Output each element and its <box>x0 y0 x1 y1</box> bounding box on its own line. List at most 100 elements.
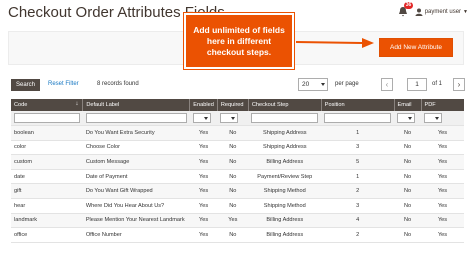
table-cell: Yes <box>189 154 218 170</box>
table-cell: 2 <box>321 227 395 243</box>
table-row[interactable]: hear Where Did You Hear About Us? Yes No Shi… <box>11 198 464 214</box>
column-header-checkout-step[interactable]: Checkout Step <box>248 99 322 111</box>
grid-toolbar: Search Reset Filter 8 records found 20 p… <box>11 78 465 92</box>
attributes-grid: Code ↓ Default Label Enabled Required Che… <box>11 99 464 243</box>
per-page-select[interactable]: 20 <box>298 78 328 91</box>
pdf-filter-select[interactable] <box>424 113 443 123</box>
table-cell: Yes <box>421 169 464 185</box>
table-cell: Please Mention Your Nearest Landmark <box>82 213 190 229</box>
table-cell: Do You Want Extra Security <box>82 125 190 141</box>
checkout-step-filter-select[interactable] <box>251 113 319 123</box>
enabled-filter-select[interactable] <box>192 113 211 123</box>
table-cell: No <box>217 183 249 199</box>
table-cell: Yes <box>421 140 464 156</box>
chevron-right-icon: › <box>457 80 461 89</box>
table-cell: 1 <box>321 125 395 141</box>
table-row[interactable]: custom Custom Message Yes No Billing Address… <box>11 154 464 170</box>
email-filter-select[interactable] <box>397 113 416 123</box>
chevron-down-icon <box>321 83 325 86</box>
column-header-enabled[interactable]: Enabled <box>189 99 218 111</box>
column-header-pdf[interactable]: PDF <box>421 99 464 111</box>
table-cell: Yes <box>189 183 218 199</box>
table-cell: 4 <box>321 213 395 229</box>
table-cell: No <box>217 154 249 170</box>
table-cell: Shipping Method <box>248 183 322 199</box>
table-cell: No <box>394 198 422 214</box>
table-cell: Yes <box>189 198 218 214</box>
table-cell: Do You Want Gift Wrapped <box>82 183 190 199</box>
table-cell: No <box>217 125 249 141</box>
table-cell: Yes <box>217 213 249 229</box>
table-cell: Yes <box>189 125 218 141</box>
page-total-label: of 1 <box>432 81 443 87</box>
table-cell: No <box>394 183 422 199</box>
table-cell: 3 <box>321 140 395 156</box>
table-row[interactable]: date Date of Payment Yes No Payment/Review S… <box>11 169 464 185</box>
table-row[interactable]: boolean Do You Want Extra Security Yes No Sh… <box>11 125 464 141</box>
table-cell: 1 <box>321 169 395 185</box>
search-button[interactable]: Search <box>11 79 40 91</box>
table-cell: Shipping Address <box>248 140 322 156</box>
column-header-email[interactable]: Email <box>394 99 422 111</box>
table-cell: 2 <box>321 183 395 199</box>
table-cell: No <box>394 125 422 141</box>
table-cell: Billing Address <box>248 227 322 243</box>
table-cell: gift <box>11 183 83 199</box>
column-header-position[interactable]: Position <box>321 99 395 111</box>
table-cell: No <box>394 227 422 243</box>
table-cell: No <box>217 169 249 185</box>
table-cell: No <box>394 213 422 229</box>
table-cell: Shipping Address <box>248 125 322 141</box>
filter-row <box>11 111 464 126</box>
code-filter-input[interactable] <box>14 113 80 123</box>
table-cell: Choose Color <box>82 140 190 156</box>
table-cell: office <box>11 227 83 243</box>
table-cell: No <box>394 169 422 185</box>
table-cell: landmark <box>11 213 83 229</box>
table-cell: Office Number <box>82 227 190 243</box>
table-cell: No <box>217 140 249 156</box>
page-number-input[interactable]: 1 <box>407 78 427 91</box>
previous-page-button[interactable]: ‹ <box>381 78 393 91</box>
table-cell: Yes <box>421 227 464 243</box>
sort-arrow-icon: ↓ <box>75 101 79 107</box>
per-page-label: per page <box>335 81 359 87</box>
table-cell: No <box>217 198 249 214</box>
table-row[interactable]: office Office Number Yes No Billing Address 2… <box>11 227 464 243</box>
table-cell: Yes <box>421 213 464 229</box>
table-cell: Yes <box>421 154 464 170</box>
table-cell: custom <box>11 154 83 170</box>
reset-filter-link[interactable]: Reset Filter <box>48 81 79 87</box>
table-cell: color <box>11 140 83 156</box>
table-cell: Shipping Method <box>248 198 322 214</box>
column-header-required[interactable]: Required <box>217 99 249 111</box>
callout-annotation: Add unlimited of fields here in differen… <box>184 13 294 69</box>
chevron-left-icon: ‹ <box>385 80 389 89</box>
table-cell: Yes <box>189 227 218 243</box>
table-cell: 3 <box>321 198 395 214</box>
table-cell: Yes <box>189 169 218 185</box>
table-cell: No <box>217 227 249 243</box>
table-cell: Billing Address <box>248 154 322 170</box>
table-cell: Where Did You Hear About Us? <box>82 198 190 214</box>
column-header-default-label[interactable]: Default Label <box>82 99 191 111</box>
table-cell: No <box>394 154 422 170</box>
table-cell: Custom Message <box>82 154 190 170</box>
table-cell: Payment/Review Step <box>248 169 322 185</box>
table-cell: Yes <box>189 213 218 229</box>
label-filter-input[interactable] <box>85 113 187 123</box>
required-filter-select[interactable] <box>220 113 239 123</box>
table-cell: Yes <box>421 125 464 141</box>
position-filter-input[interactable] <box>324 113 392 123</box>
table-cell: boolean <box>11 125 83 141</box>
table-cell: Yes <box>189 140 218 156</box>
column-header-code[interactable]: Code ↓ <box>11 99 84 111</box>
table-cell: Billing Address <box>248 213 322 229</box>
table-cell: Yes <box>421 183 464 199</box>
next-page-button[interactable]: › <box>453 78 465 91</box>
table-cell: Yes <box>421 198 464 214</box>
table-row[interactable]: color Choose Color Yes No Shipping Address 3 N… <box>11 140 464 156</box>
table-cell: date <box>11 169 83 185</box>
table-row[interactable]: gift Do You Want Gift Wrapped Yes No Shippin… <box>11 183 464 199</box>
table-row[interactable]: landmark Please Mention Your Nearest Land… <box>11 213 464 229</box>
